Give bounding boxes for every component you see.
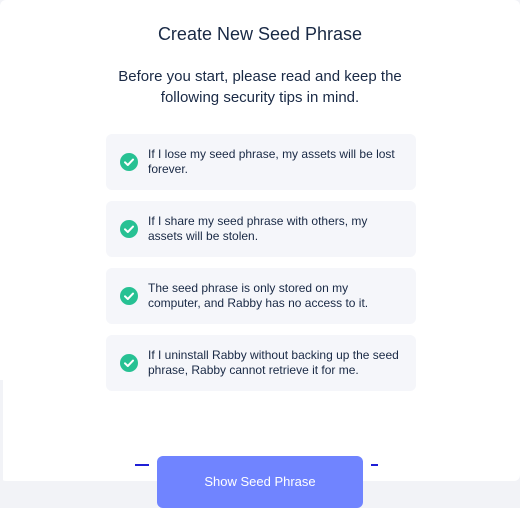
seed-phrase-panel: Create New Seed Phrase Before you start,… (0, 0, 520, 508)
footer-divider-right (371, 464, 378, 466)
security-tips-intro: Before you start, please read and keep t… (118, 68, 402, 106)
security-tip-item: If I lose my seed phrase, my assets will… (106, 134, 416, 190)
footer-divider-left (135, 464, 149, 466)
security-tip-item: If I share my seed phrase with others, m… (106, 201, 416, 257)
tip-text: If I share my seed phrase with others, m… (148, 214, 368, 243)
security-tips-list: If I lose my seed phrase, my assets will… (106, 134, 416, 402)
panel-edge (0, 380, 3, 481)
check-circle-icon (120, 220, 138, 238)
tip-text: If I uninstall Rabby without backing up … (148, 348, 399, 377)
show-seed-phrase-button[interactable]: Show Seed Phrase (157, 456, 363, 508)
check-circle-icon (120, 153, 138, 171)
tip-text: The seed phrase is only stored on my com… (148, 281, 369, 310)
page-title: Create New Seed Phrase (157, 24, 363, 44)
security-tip-item: The seed phrase is only stored on my com… (106, 268, 416, 324)
tip-text: If I lose my seed phrase, my assets will… (148, 147, 395, 176)
check-circle-icon (120, 287, 138, 305)
security-tip-item: If I uninstall Rabby without backing up … (106, 335, 416, 391)
check-circle-icon (120, 354, 138, 372)
